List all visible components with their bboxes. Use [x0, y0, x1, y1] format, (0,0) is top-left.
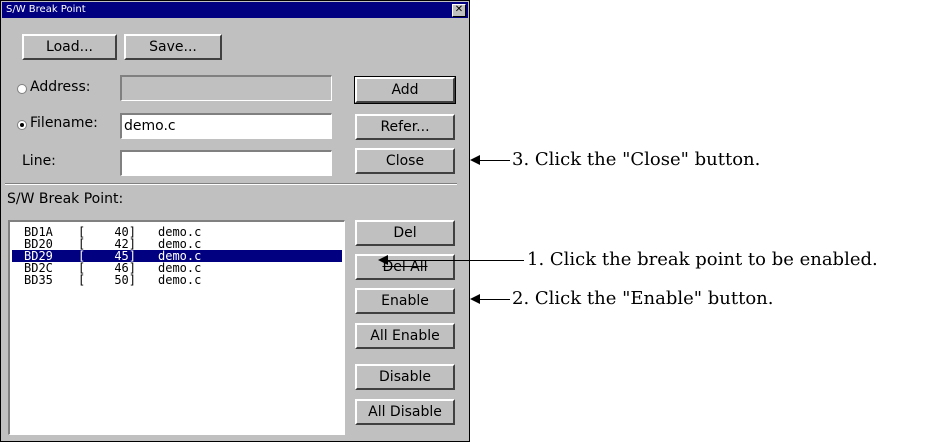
- filename-input[interactable]: demo.c: [120, 113, 332, 139]
- breakpoint-name: BD35: [24, 273, 53, 287]
- save-button[interactable]: Save...: [124, 34, 222, 60]
- del-all-button[interactable]: Del All: [355, 254, 455, 280]
- filename-label: Filename:: [30, 115, 98, 131]
- enable-arrow-line: [478, 299, 510, 300]
- select-arrow-line: [386, 260, 524, 261]
- step2-callout: 2. Click the "Enable" button.: [512, 288, 774, 309]
- line-input[interactable]: [120, 150, 332, 176]
- step3-callout: 3. Click the "Close" button.: [512, 149, 761, 170]
- refer-button[interactable]: Refer...: [355, 114, 455, 140]
- close-button[interactable]: Close: [355, 148, 455, 174]
- address-label: Address:: [30, 79, 91, 95]
- close-arrow-line: [478, 160, 510, 161]
- breakpoint-file: demo.c: [158, 273, 202, 287]
- separator: [5, 183, 457, 185]
- line-label: Line:: [22, 153, 56, 169]
- dialog-title: S/W Break Point: [6, 4, 86, 15]
- breakpoint-line: 50]: [114, 273, 136, 287]
- sw-break-point-dialog: S/W Break Point ✕ Load... Save... Addres…: [0, 0, 470, 442]
- all-disable-button[interactable]: All Disable: [355, 399, 455, 425]
- address-input[interactable]: [120, 75, 332, 101]
- close-window-icon[interactable]: ✕: [452, 4, 466, 17]
- breakpoint-open: [: [78, 273, 86, 287]
- load-button[interactable]: Load...: [22, 34, 117, 60]
- add-button[interactable]: Add: [354, 76, 456, 104]
- filename-radio[interactable]: [17, 120, 27, 130]
- disable-button[interactable]: Disable: [355, 364, 455, 390]
- enable-button[interactable]: Enable: [355, 288, 455, 314]
- breakpoint-list[interactable]: BD1A[40] demo.c BD20[42] demo.c BD29[45] demo…: [8, 220, 345, 435]
- breakpoint-row[interactable]: BD35 [50] demo.c: [12, 274, 342, 286]
- address-radio[interactable]: [17, 84, 27, 94]
- title-bar: S/W Break Point ✕: [2, 2, 468, 18]
- del-button[interactable]: Del: [355, 220, 455, 246]
- list-title: S/W Break Point:: [7, 191, 124, 207]
- step1-callout: 1. Click the break point to be enabled.: [527, 249, 878, 270]
- all-enable-button[interactable]: All Enable: [355, 323, 455, 349]
